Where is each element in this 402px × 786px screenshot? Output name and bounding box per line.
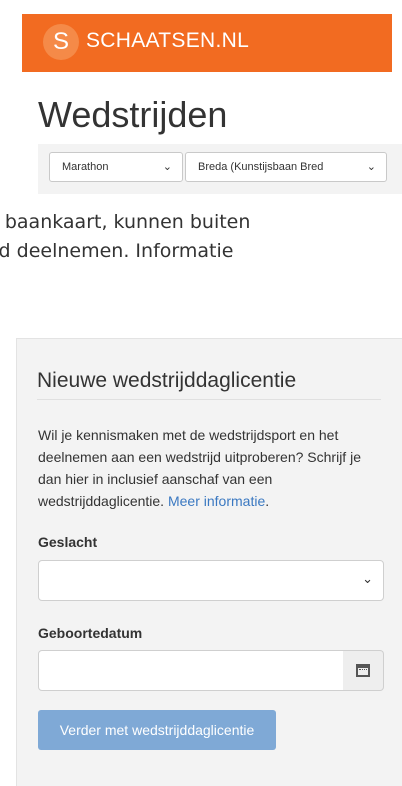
location-select[interactable]: Breda (Kunstijsbaan Bred ⌄ (185, 152, 387, 182)
logo-icon: S (43, 24, 79, 60)
filter-bar: Marathon ⌄ Breda (Kunstijsbaan Bred ⌄ (38, 144, 402, 194)
discipline-select[interactable]: Marathon ⌄ (49, 152, 183, 182)
license-panel: Nieuwe wedstrijddaglicentie Wil je kenni… (16, 338, 402, 786)
more-info-link[interactable]: Meer informatie (168, 493, 265, 509)
license-description-end: . (265, 493, 270, 509)
gender-select[interactable]: ⌄ (38, 560, 384, 601)
chevron-down-icon: ⌄ (162, 161, 172, 173)
chevron-down-icon: ⌄ (362, 571, 373, 586)
location-select-value: Breda (Kunstijsbaan Bred (198, 161, 324, 173)
license-description: Wil je kennismaken met de wedstrijdsport… (38, 424, 378, 512)
gender-label: Geslacht (38, 534, 98, 550)
site-header: S SCHAATSEN.NL (0, 0, 402, 88)
divider (37, 399, 381, 400)
discipline-select-value: Marathon (62, 161, 109, 173)
brand-name: SCHAATSEN.NL (86, 29, 250, 52)
page-title: Wedstrijden (38, 94, 228, 135)
calendar-icon (356, 664, 370, 677)
continue-license-button[interactable]: Verder met wedstrijddaglicentie (38, 710, 276, 750)
intro-line-1: r baankaart, kunnen buiten (0, 211, 251, 233)
birthdate-input[interactable] (38, 650, 344, 691)
calendar-button[interactable] (343, 650, 384, 691)
license-panel-title: Nieuwe wedstrijddaglicentie (37, 369, 297, 392)
brand-bar[interactable]: S SCHAATSEN.NL (22, 14, 392, 72)
chevron-down-icon: ⌄ (366, 161, 376, 173)
birthdate-label: Geboortedatum (38, 625, 143, 641)
intro-line-2: ijd deelnemen. Informatie (0, 240, 234, 262)
